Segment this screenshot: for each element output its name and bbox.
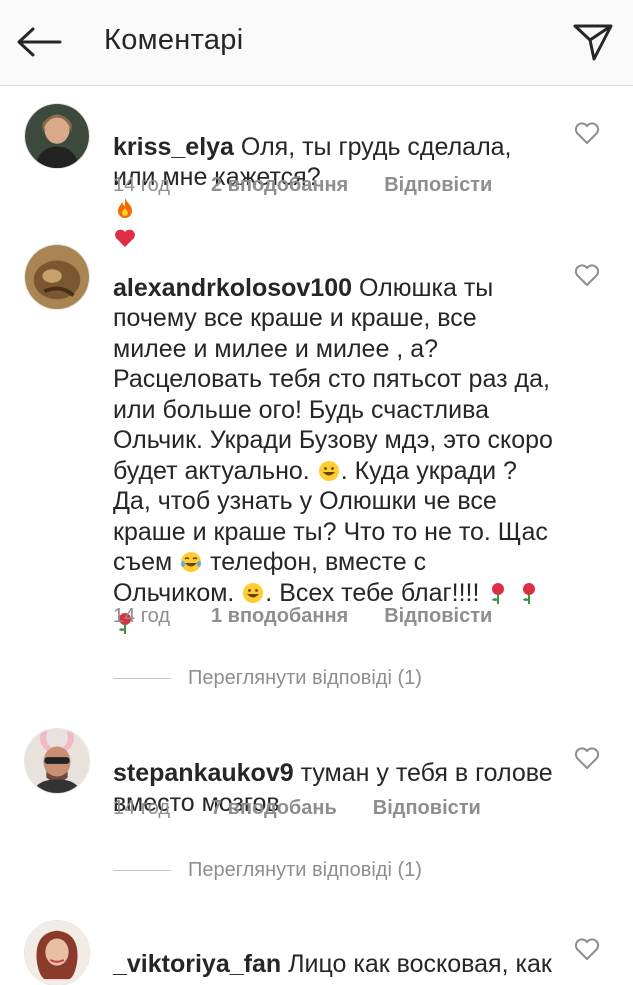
top-app-bar: Коментарі [0,0,633,86]
comment-username[interactable]: stepankaukov9 [113,759,294,787]
divider-line [113,869,171,871]
grinning-face-emoji-icon [243,582,264,603]
comment-time: 14 год [113,604,171,627]
avatar-photo [25,104,89,168]
back-button[interactable] [14,20,64,64]
like-heart-icon[interactable] [574,746,600,770]
comment-username[interactable]: kriss_elya [113,133,234,161]
avatar[interactable] [24,920,90,985]
view-replies-button[interactable]: Переглянути відповіді (1) [113,857,422,883]
fire-emoji-icon [118,197,132,218]
likes-count-button[interactable]: 7 вподобань [211,797,337,820]
comment-meta: 14 год 7 вподобань Відповісти [113,795,481,821]
avatar[interactable] [24,244,90,310]
reply-button[interactable]: Відповісти [373,797,481,820]
reply-button[interactable]: Відповісти [384,605,492,628]
direct-message-button[interactable] [568,18,618,66]
avatar[interactable] [24,728,90,794]
comment-meta: 14 год 1 вподобання Відповісти [113,603,492,629]
tears-of-joy-emoji-icon [181,552,202,572]
page-title: Коментарі [104,24,244,56]
comment-meta: 14 год 2 вподобання Відповісти [113,172,492,198]
avatar[interactable] [24,103,90,169]
view-replies-label: Переглянути відповіді (1) [188,858,422,881]
likes-count-button[interactable]: 2 вподобання [211,174,348,197]
rose-emoji-icon [492,582,505,604]
avatar-photo [25,921,89,985]
comment-text: _viktoriya_fan Лицо как восковая, как тр… [113,918,553,985]
grinning-face-emoji-icon [318,460,339,481]
like-heart-icon[interactable] [574,263,600,287]
comment-username[interactable]: _viktoriya_fan [113,950,281,978]
like-heart-icon[interactable] [574,121,600,145]
rose-emoji-icon [523,582,536,604]
comment-time: 14 год [113,173,171,196]
comment-body: Олюшка ты почему все краше и краше, все … [113,273,553,485]
likes-count-button[interactable]: 1 вподобання [211,605,348,628]
like-heart-icon[interactable] [574,937,600,961]
comment-text: alexandrkolosov100 Олюшка ты почему все … [113,242,553,639]
avatar-photo [25,729,89,793]
reply-button[interactable]: Відповісти [384,174,492,197]
comment-time: 14 год [113,796,171,819]
avatar-photo [25,245,89,309]
view-replies-label: Переглянути відповіді (1) [188,666,422,689]
comment-username[interactable]: alexandrkolosov100 [113,274,352,302]
arrow-left-icon [17,27,62,57]
view-replies-button[interactable]: Переглянути відповіді (1) [113,665,422,691]
paper-plane-icon [573,24,613,61]
divider-line [113,677,171,679]
